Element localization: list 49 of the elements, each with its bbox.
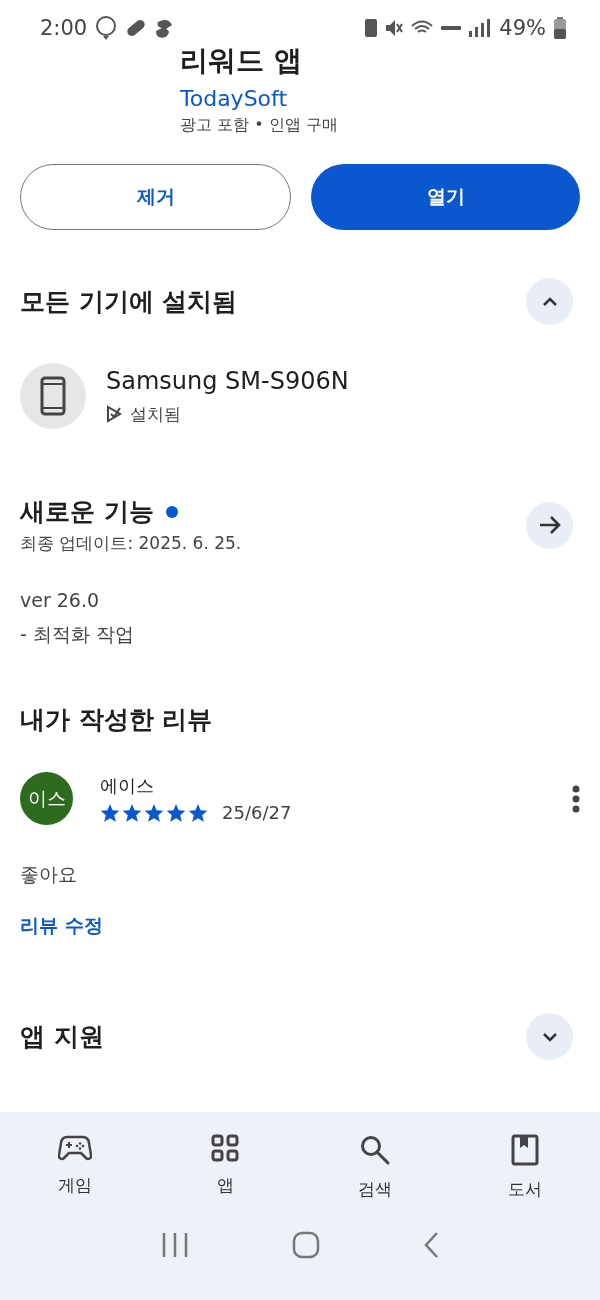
changelog-line: ver 26.0 — [20, 588, 101, 613]
review-date: 25/6/27 — [222, 802, 292, 823]
review-text: 좋아요 — [20, 863, 77, 885]
section-title: 내가 작성한 리뷰 — [20, 704, 213, 736]
section-title: 앱 지원 — [20, 1021, 104, 1053]
nav-tab[interactable]: 게임 — [15, 1130, 135, 1205]
update-date: 최종 업데이트: 2025. 6. 25. — [20, 532, 242, 555]
user-avatar: 이스 — [20, 772, 73, 825]
nav-tab[interactable]: 앱 — [165, 1130, 285, 1205]
app-title: 리워드 앱 — [180, 43, 303, 79]
section-title: 모든 기기에 설치됨 — [20, 286, 238, 318]
collapse-button[interactable] — [526, 278, 573, 325]
nav-tab[interactable]: 검색 — [315, 1130, 435, 1205]
open-button[interactable]: 열기 — [311, 164, 580, 230]
install-status: 설치됨 — [130, 402, 181, 426]
expand-button[interactable] — [526, 1013, 573, 1060]
star-icon — [100, 802, 120, 823]
bookmark-book-icon — [511, 1134, 539, 1166]
arrow-right-icon — [537, 515, 562, 535]
play-check-icon — [106, 405, 122, 423]
wifi-icon — [411, 20, 434, 36]
section-title: 새로운 기능 — [20, 496, 154, 528]
location-pin-icon — [95, 15, 118, 41]
star-icon — [144, 802, 164, 823]
app-notes: 광고 포함 • 인앱 구매 — [180, 115, 339, 136]
star-icon — [122, 802, 142, 823]
search-icon — [359, 1134, 391, 1166]
device-name: Samsung SM-S906N — [106, 366, 349, 395]
battery-percent: 49% — [499, 16, 546, 40]
nav-tab[interactable]: 도서 — [465, 1130, 585, 1205]
developer-link[interactable]: TodaySoft — [180, 86, 600, 111]
more-options-icon[interactable] — [572, 784, 580, 813]
star-icon — [188, 802, 208, 823]
star-icon — [166, 802, 186, 823]
arrow-button[interactable] — [526, 501, 573, 549]
apps-grid-icon — [211, 1134, 239, 1162]
signal-icon — [469, 18, 492, 38]
uninstall-button[interactable]: 제거 — [20, 164, 291, 230]
gamepad-icon — [58, 1134, 92, 1162]
battery-icon — [554, 17, 566, 39]
changelog-line: - 최적화 작업 — [20, 622, 135, 647]
status-time: 2:00 — [40, 16, 88, 40]
recent-apps-icon[interactable] — [161, 1232, 190, 1258]
review-author: 에이스 — [100, 774, 155, 798]
battery-saver-icon — [365, 19, 378, 37]
home-icon[interactable] — [292, 1231, 320, 1259]
back-icon[interactable] — [422, 1231, 439, 1259]
edit-review-link[interactable]: 리뷰 수정 — [0, 913, 123, 939]
mute-icon — [385, 19, 404, 37]
